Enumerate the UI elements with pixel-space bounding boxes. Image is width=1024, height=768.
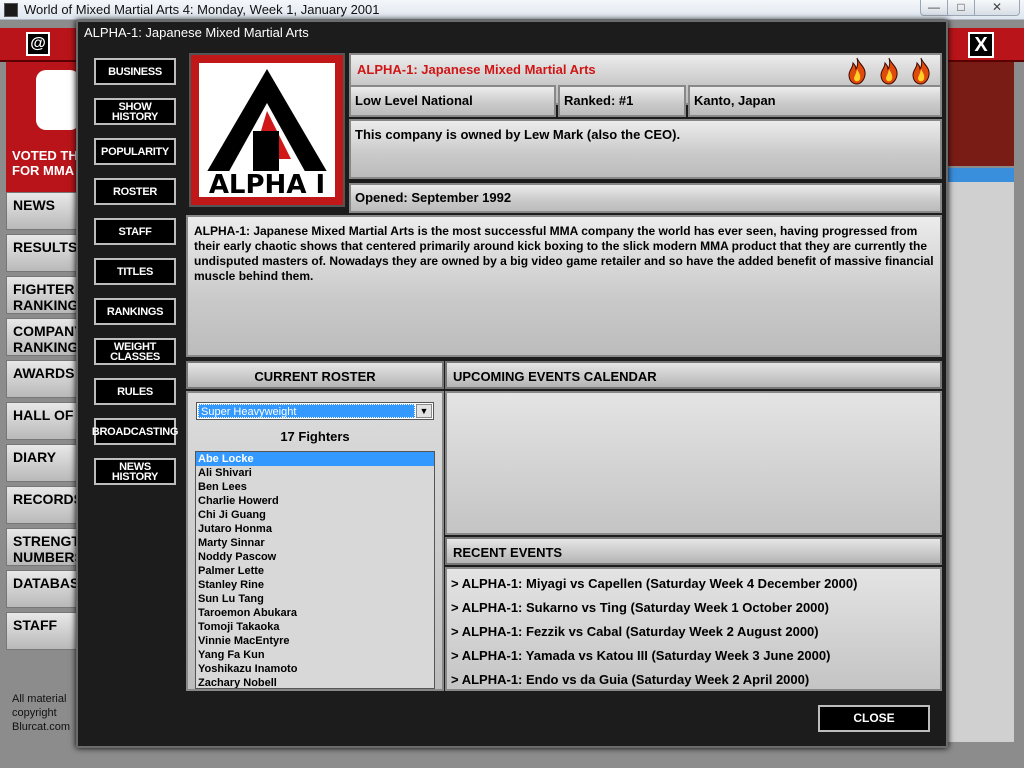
fighter-list-item[interactable]: Jutaro Honma: [196, 522, 434, 536]
flame-icon: [880, 57, 898, 85]
company-location: Kanto, Japan: [688, 85, 942, 117]
upcoming-events-header: UPCOMING EVENTS CALENDAR: [445, 361, 942, 389]
background-nav-item[interactable]: AWARDS: [6, 360, 78, 398]
fighter-list-item[interactable]: Sun Lu Tang: [196, 592, 434, 606]
app-exit-button[interactable]: X: [968, 32, 994, 58]
fighter-list-item[interactable]: Yang Fa Kun: [196, 648, 434, 662]
background-panel: [948, 182, 1014, 742]
background-nav-item[interactable]: RESULTS: [6, 234, 78, 272]
background-nav-item[interactable]: RECORDS: [6, 486, 78, 524]
fighter-list-item[interactable]: Zachary Nobell: [196, 676, 434, 688]
fighter-list[interactable]: Abe Locke Ali Shivari Ben Lees Charlie Howe…: [195, 451, 435, 689]
background-selection-bar: [948, 168, 1014, 182]
nav-button-popularity[interactable]: POPULARITY: [94, 138, 176, 165]
background-artwork: [948, 62, 1014, 166]
fighter-list-item[interactable]: Noddy Pascow: [196, 550, 434, 564]
dialog-title: ALPHA-1: Japanese Mixed Martial Arts: [84, 25, 309, 40]
nav-button-rules[interactable]: RULES: [94, 378, 176, 405]
background-nav-item[interactable]: DIARY: [6, 444, 78, 482]
company-description: ALPHA-1: Japanese Mixed Martial Arts is …: [186, 215, 942, 357]
recent-event-link[interactable]: > ALPHA-1: Endo vs da Guia (Saturday Wee…: [451, 671, 936, 695]
nav-button-broadcasting[interactable]: BROADCASTING: [92, 418, 178, 445]
fighter-list-item[interactable]: Charlie Howerd: [196, 494, 434, 508]
background-nav-item[interactable]: FIGHTER RANKING: [6, 276, 78, 314]
footer-line-3: Blurcat.com: [12, 721, 71, 733]
nav-button-show-history[interactable]: SHOW HISTORY: [94, 98, 176, 125]
flame-icon: [848, 57, 866, 85]
fighter-list-item[interactable]: Stanley Rine: [196, 578, 434, 592]
fighter-list-item[interactable]: Abe Locke: [196, 452, 434, 466]
recent-event-link[interactable]: > ALPHA-1: Yamada vs Katou III (Saturday…: [451, 647, 936, 671]
footer-line-1: All material: [12, 693, 67, 705]
close-button[interactable]: CLOSE: [818, 705, 930, 732]
fighter-list-item[interactable]: Taroemon Abukara: [196, 606, 434, 620]
window-title: World of Mixed Martial Arts 4: Monday, W…: [24, 2, 380, 17]
company-dialog: ALPHA-1: Japanese Mixed Martial Arts BUS…: [76, 20, 948, 748]
ownership-text: This company is owned by Lew Mark (also …: [349, 119, 942, 179]
company-level: Low Level National: [349, 85, 556, 117]
background-nav-item[interactable]: DATABAS: [6, 570, 78, 608]
logo-text: ALPHA I: [209, 170, 325, 197]
background-nav-item[interactable]: STAFF: [6, 612, 78, 650]
chevron-down-icon[interactable]: ▼: [416, 404, 432, 418]
minimize-button[interactable]: —: [920, 0, 948, 16]
fighter-list-item[interactable]: Chi Ji Guang: [196, 508, 434, 522]
fighter-count: 17 Fighters: [280, 429, 350, 444]
nav-button-staff[interactable]: STAFF: [94, 218, 176, 245]
company-logo: ALPHA I: [189, 53, 345, 207]
app-icon: [4, 3, 18, 17]
recent-events-list: > ALPHA-1: Miyagi vs Capellen (Saturday …: [445, 567, 942, 691]
fighter-list-item[interactable]: Palmer Lette: [196, 564, 434, 578]
background-nav-item[interactable]: NEWS: [6, 192, 78, 230]
roster-panel: Super Heavyweight ▼ 17 Fighters Abe Lock…: [186, 391, 444, 691]
company-rank: Ranked: #1: [558, 85, 686, 117]
fighter-list-item[interactable]: Ali Shivari: [196, 466, 434, 480]
background-nav-item[interactable]: STRENGT NUMBERS: [6, 528, 78, 566]
window-close-button[interactable]: ✕: [974, 0, 1020, 16]
email-icon[interactable]: @: [26, 32, 50, 56]
upcoming-events-calendar: [445, 391, 942, 535]
nav-button-roster[interactable]: ROSTER: [94, 178, 176, 205]
recent-events-header: RECENT EVENTS: [445, 537, 942, 565]
weight-class-select[interactable]: Super Heavyweight ▼: [196, 402, 434, 420]
company-name: ALPHA-1: Japanese Mixed Martial Arts: [357, 62, 596, 77]
recent-event-link[interactable]: > ALPHA-1: Miyagi vs Capellen (Saturday …: [451, 575, 936, 599]
recent-event-link[interactable]: > ALPHA-1: Fezzik vs Cabal (Saturday Wee…: [451, 623, 936, 647]
fighter-list-item[interactable]: Ben Lees: [196, 480, 434, 494]
alpha-logo-icon: ALPHA I: [203, 69, 331, 200]
fighter-list-item[interactable]: Tomoji Takaoka: [196, 620, 434, 634]
background-nav-item[interactable]: COMPANY RANKING: [6, 318, 78, 356]
flame-icon: [912, 57, 930, 85]
fighter-list-item[interactable]: Marty Sinnar: [196, 536, 434, 550]
nav-button-titles[interactable]: TITLES: [94, 258, 176, 285]
fighter-list-item[interactable]: Yoshikazu Inamoto: [196, 662, 434, 676]
current-roster-header: CURRENT ROSTER: [186, 361, 444, 389]
nav-button-weight-classes[interactable]: WEIGHT CLASSES: [94, 338, 176, 365]
nav-button-business[interactable]: BUSINESS: [94, 58, 176, 85]
background-nav-item[interactable]: HALL OF F: [6, 402, 78, 440]
fighter-list-item[interactable]: Vinnie MacEntyre: [196, 634, 434, 648]
blurcat-logo-mark: [36, 70, 78, 130]
company-logo-art: ALPHA I: [199, 63, 335, 200]
weight-class-value: Super Heavyweight: [198, 404, 415, 418]
footer-line-2: copyright: [12, 707, 57, 719]
recent-event-link[interactable]: > ALPHA-1: Sukarno vs Ting (Saturday Wee…: [451, 599, 936, 623]
maximize-button[interactable]: □: [947, 0, 975, 16]
nav-button-rankings[interactable]: RANKINGS: [94, 298, 176, 325]
nav-button-news-history[interactable]: NEWS HISTORY: [94, 458, 176, 485]
window-titlebar: World of Mixed Martial Arts 4: Monday, W…: [0, 0, 1024, 20]
copyright-footer: All material copyright Blurcat.com: [12, 692, 70, 734]
opened-date: Opened: September 1992: [349, 183, 942, 213]
